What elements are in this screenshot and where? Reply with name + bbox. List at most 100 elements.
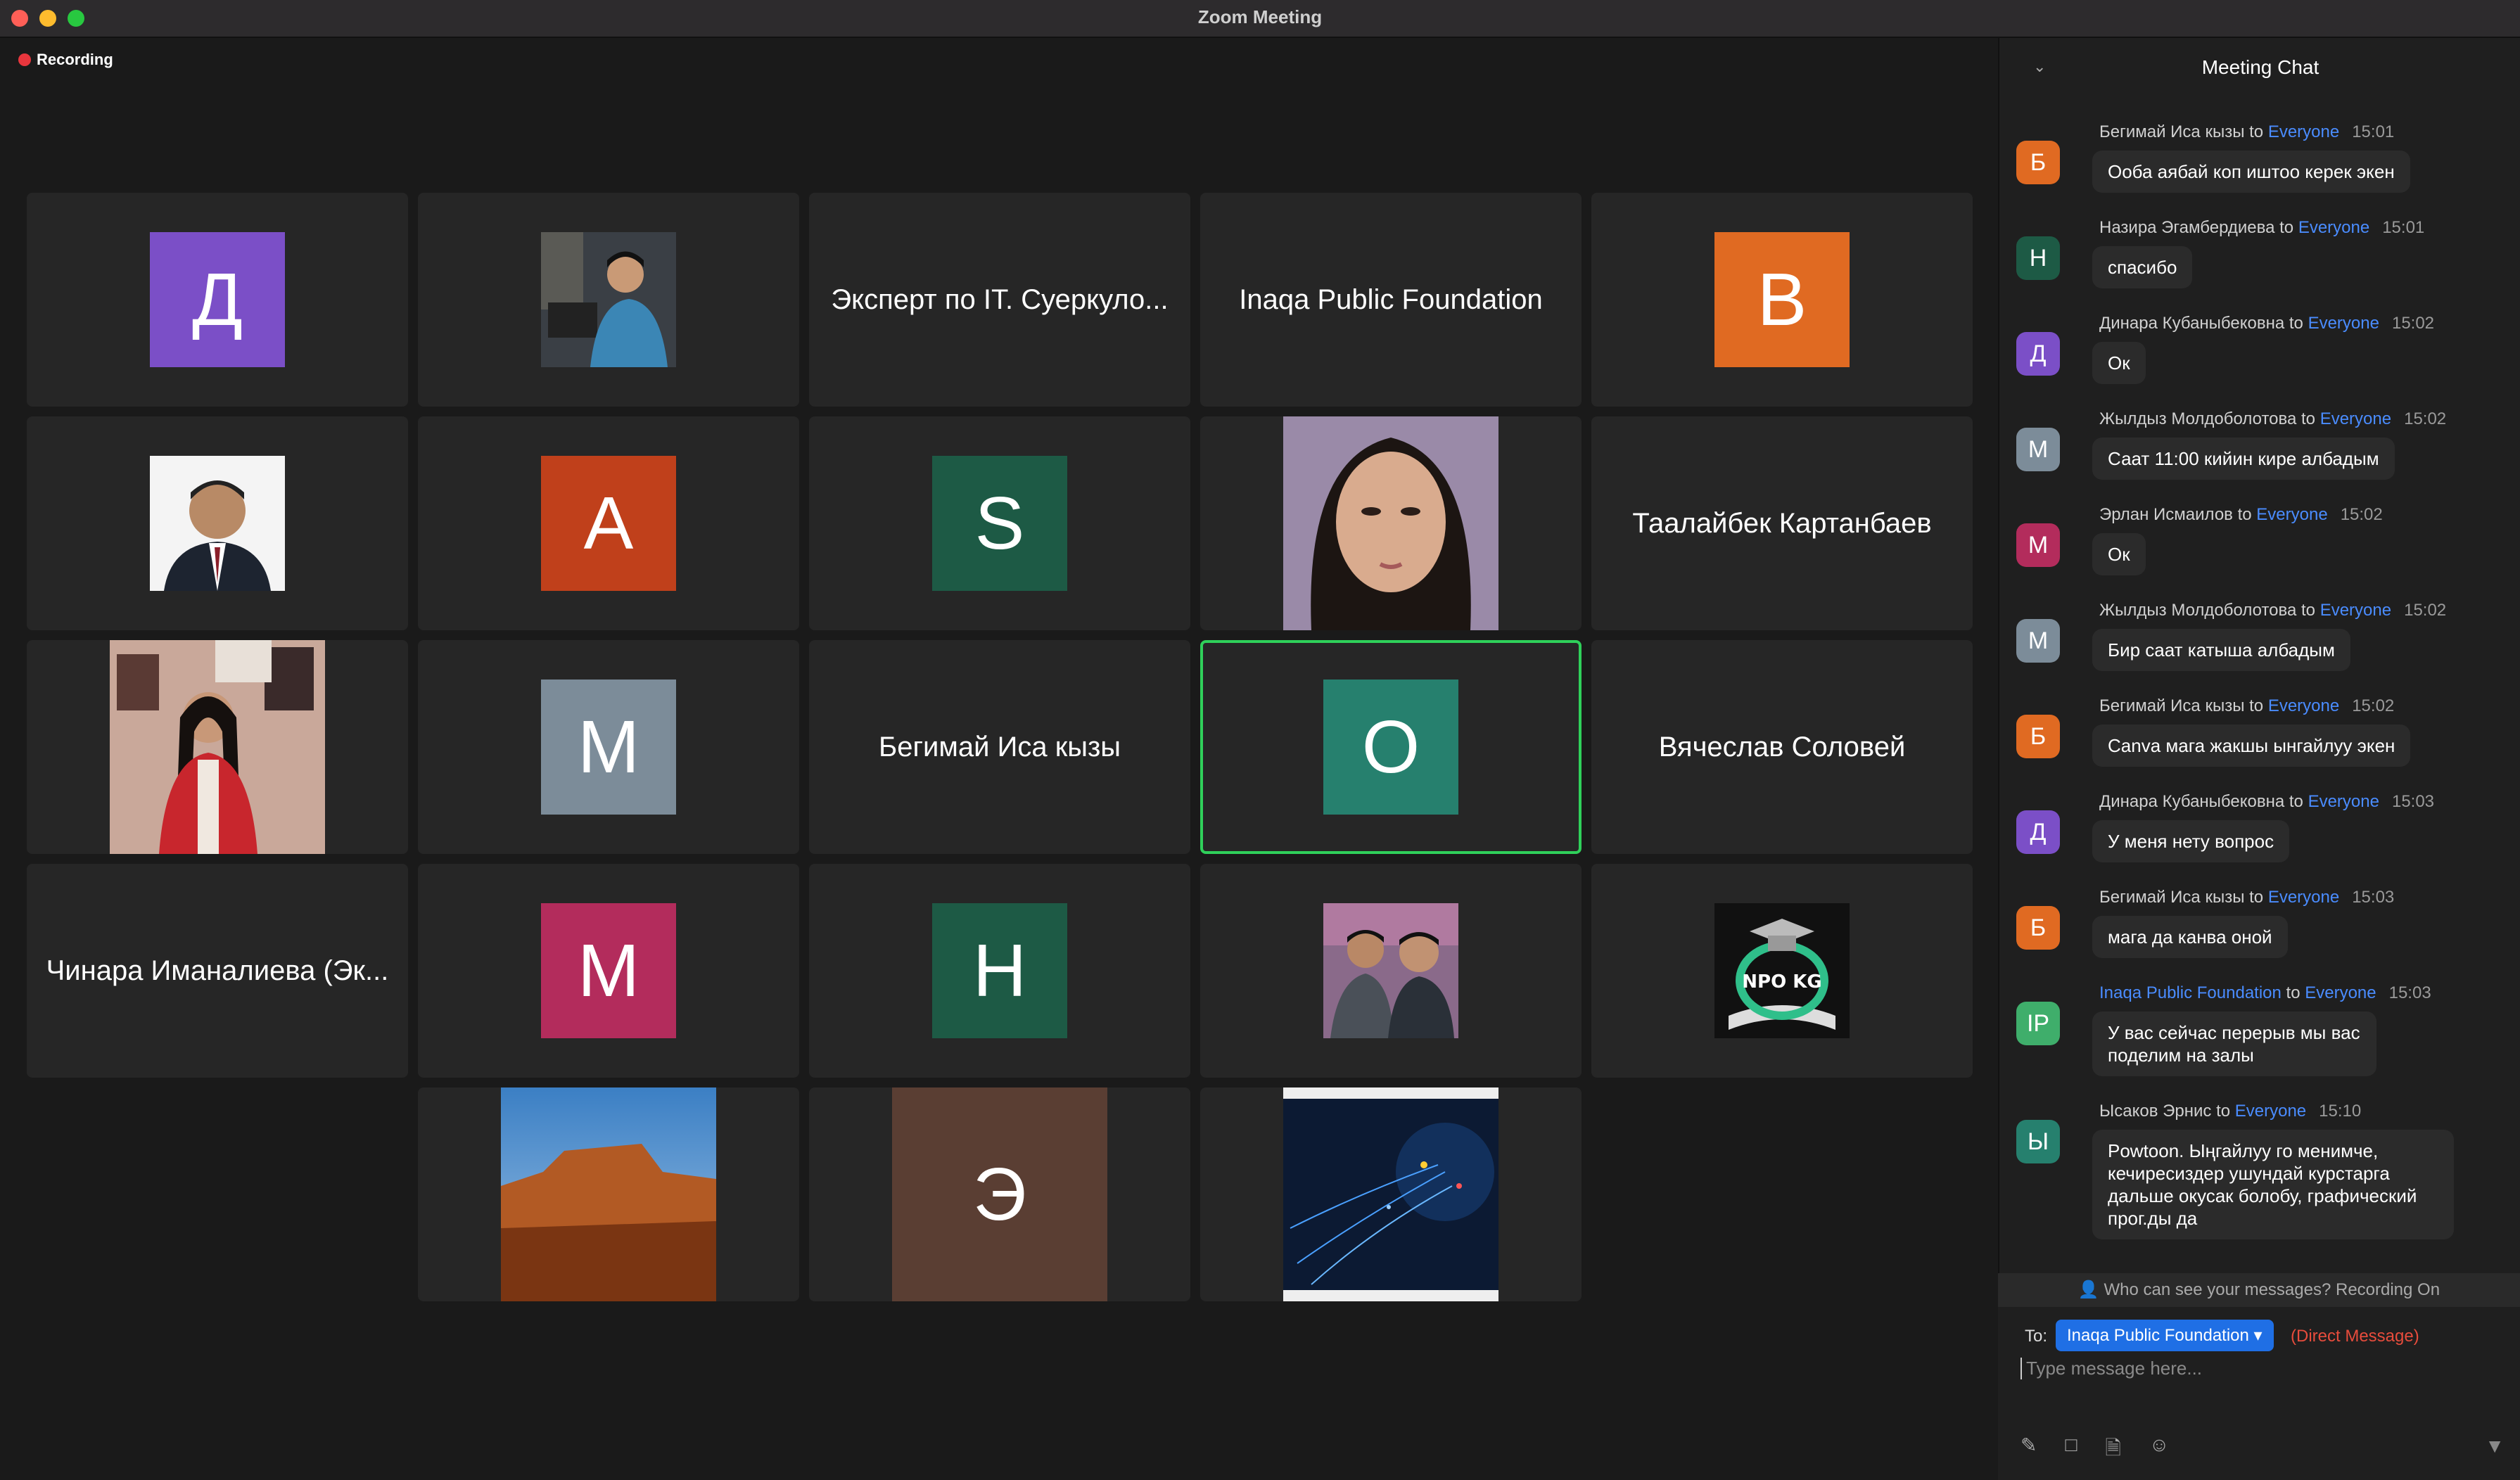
sender-name: Бегимай Иса кызы <box>2099 888 2245 907</box>
participant-tile[interactable]: Таалайбек Картанбаев <box>1591 416 1973 630</box>
participant-tile[interactable]: Э <box>809 1087 1190 1301</box>
chat-privacy-notice[interactable]: 👤 Who can see your messages? Recording O… <box>1998 1273 2520 1307</box>
message-bubble: Ок <box>2092 533 2146 575</box>
sender-name: Динара Кубаныбековна <box>2099 314 2285 333</box>
svg-text:NPO KG: NPO KG <box>1742 971 1821 993</box>
message-time: 15:03 <box>2391 792 2435 811</box>
chat-title: Meeting Chat <box>2201 56 2319 78</box>
format-icon[interactable]: ✎ <box>2021 1434 2037 1467</box>
chat-messages[interactable]: Б Бегимай Иса кызы to Everyone 15:01 Ооба а… <box>1999 122 2520 1311</box>
message-header: Ысаков Эрнис to Everyone 15:10 <box>2099 1102 2361 1121</box>
message-bubble: У вас сейчас перерыв мы вас поделим на з… <box>2092 1012 2376 1076</box>
message-time: 15:02 <box>2391 314 2435 333</box>
participant-tile[interactable]: Вячеслав Соловей <box>1591 640 1973 854</box>
participant-tile[interactable] <box>418 1087 799 1301</box>
message-bubble: Ооба аябай коп иштоо керек экен <box>2092 151 2410 193</box>
to-word: to <box>2216 1102 2231 1121</box>
participant-tile[interactable] <box>27 416 408 630</box>
participant-avatar: S <box>932 456 1067 591</box>
recording-indicator[interactable]: Recording <box>18 51 113 69</box>
message-time: 15:02 <box>2404 409 2447 428</box>
recipient-name: Everyone <box>2234 1102 2307 1121</box>
file-icon[interactable]: 🗎 <box>2105 1434 2121 1467</box>
participant-avatar: Д <box>150 232 285 367</box>
participant-photo <box>110 640 325 854</box>
participant-tile[interactable]: Н <box>809 864 1190 1078</box>
participant-photo <box>541 232 676 367</box>
participant-tile[interactable]: Д <box>27 193 408 407</box>
participant-tile[interactable]: NPO KG <box>1591 864 1973 1078</box>
recipient-name: Inaqa Public Foundation <box>2067 1326 2249 1345</box>
message-time: 15:02 <box>2352 696 2395 715</box>
participant-tile[interactable] <box>1200 1087 1582 1301</box>
participant-avatar: В <box>1714 232 1850 367</box>
message-time: 15:02 <box>2340 505 2383 524</box>
participant-tile[interactable]: Inaqa Public Foundation <box>1200 193 1582 407</box>
participant-tile[interactable]: S <box>809 416 1190 630</box>
message-header: Inaqa Public Foundation to Everyone 15:03 <box>2099 983 2431 1003</box>
to-word: to <box>2249 122 2264 141</box>
to-word: to <box>2279 218 2294 237</box>
recipient-name: Everyone <box>2256 505 2328 524</box>
to-word: to <box>2301 409 2316 428</box>
participant-tile[interactable]: М <box>418 864 799 1078</box>
message-bubble: спасибо <box>2092 246 2193 288</box>
active-speaker-tile[interactable]: О <box>1200 640 1582 854</box>
participant-photo <box>1283 1087 1498 1301</box>
sender-avatar: Б <box>2016 715 2060 758</box>
participant-name: Таалайбек Картанбаев <box>1632 507 1932 539</box>
compose-toolbar: ✎ □ 🗎 ☺ <box>2021 1434 2170 1467</box>
send-icon[interactable]: ▼ <box>2485 1435 2505 1457</box>
sender-avatar: Б <box>2016 906 2060 950</box>
sender-name: Inaqa Public Foundation <box>2099 983 2282 1002</box>
participant-tile[interactable]: Чинара Иманалиева (Эк... <box>27 864 408 1078</box>
sender-avatar: Б <box>2016 141 2060 184</box>
participant-tile[interactable]: А <box>418 416 799 630</box>
participant-photo <box>150 456 285 591</box>
participant-avatar: Э <box>892 1087 1107 1301</box>
message-bubble: Powtoon. Ыңгайлуу го менимче, кечиресизд… <box>2092 1130 2454 1239</box>
message-input[interactable]: Type message here... <box>2021 1358 2202 1379</box>
to-word: to <box>2237 505 2252 524</box>
participant-photo: NPO KG <box>1714 903 1850 1038</box>
sender-name: Эрлан Исмаилов <box>2099 505 2233 524</box>
caret-down-icon: ▾ <box>2253 1326 2263 1345</box>
recording-dot-icon <box>18 53 31 66</box>
sender-avatar: Д <box>2016 332 2060 376</box>
sender-name: Жылдыз Молдоболотова <box>2099 409 2297 428</box>
message-time: 15:01 <box>2382 218 2425 237</box>
participant-avatar: М <box>541 680 676 815</box>
participant-tile[interactable] <box>418 193 799 407</box>
participant-avatar: О <box>1323 680 1458 815</box>
message-time: 15:01 <box>2352 122 2395 141</box>
recipient-name: Everyone <box>2267 696 2340 715</box>
message-bubble: Бир саат катыша албадым <box>2092 629 2350 671</box>
recipient-dropdown[interactable]: Inaqa Public Foundation ▾ <box>2056 1320 2274 1351</box>
chat-panel: ⌄ Meeting Chat Б Бегимай Иса кызы to Ever… <box>1998 38 2520 1480</box>
recipient-name: Everyone <box>2319 409 2392 428</box>
emoji-icon[interactable]: ☺ <box>2149 1434 2170 1467</box>
participant-tile[interactable] <box>27 640 408 854</box>
sender-avatar: Д <box>2016 810 2060 854</box>
participant-tile[interactable]: Эксперт по IT. Суеркуло... <box>809 193 1190 407</box>
participant-tile[interactable] <box>1200 416 1582 630</box>
person-icon: 👤 <box>2077 1280 2099 1299</box>
to-word: to <box>2286 983 2301 1002</box>
to-word: to <box>2289 792 2303 811</box>
to-word: to <box>2249 888 2264 907</box>
participant-tile[interactable]: В <box>1591 193 1973 407</box>
sender-avatar: М <box>2016 619 2060 663</box>
recipient-name: Everyone <box>2267 122 2340 141</box>
participant-photo <box>1283 416 1498 630</box>
message-header: Эрлан Исмаилов to Everyone 15:02 <box>2099 505 2383 525</box>
message-header: Бегимай Иса кызы to Everyone 15:02 <box>2099 696 2394 716</box>
participant-tile[interactable]: Бегимай Иса кызы <box>809 640 1190 854</box>
screenshot-icon[interactable]: □ <box>2065 1434 2077 1467</box>
participant-tile[interactable] <box>1200 864 1582 1078</box>
participant-tile[interactable]: М <box>418 640 799 854</box>
sender-avatar: Н <box>2016 236 2060 280</box>
message-bubble: У меня нету вопрос <box>2092 820 2290 862</box>
to-word: to <box>2289 314 2303 333</box>
message-header: Бегимай Иса кызы to Everyone 15:01 <box>2099 122 2394 142</box>
participant-name: Inaqa Public Foundation <box>1239 283 1543 315</box>
